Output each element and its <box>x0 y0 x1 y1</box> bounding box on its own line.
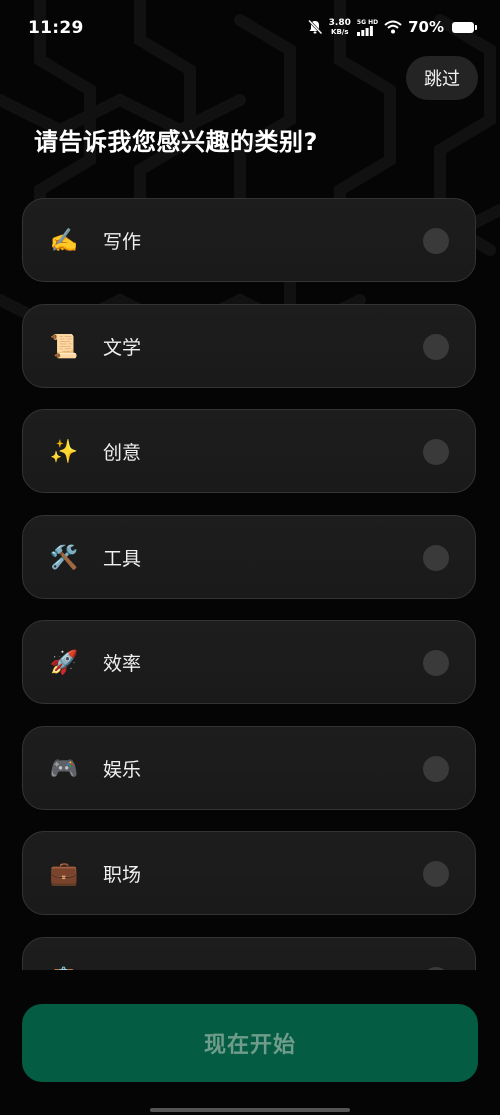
network-speed-unit: KB/s <box>331 27 349 36</box>
category-label: 效率 <box>103 653 142 675</box>
home-indicator[interactable] <box>150 1108 350 1112</box>
select-radio[interactable] <box>423 228 449 254</box>
category-item-workplace[interactable]: 💼 职场 <box>22 831 476 915</box>
network-speed: 3.80 KB/s <box>328 17 351 36</box>
category-item-creativity[interactable]: ✨ 创意 <box>22 409 476 493</box>
briefcase-icon: 💼 <box>49 861 79 887</box>
page-title: 请告诉我您感兴趣的类别? <box>34 128 318 156</box>
category-label: 娱乐 <box>103 759 142 781</box>
battery-icon <box>452 21 477 33</box>
category-label: 写作 <box>103 231 142 253</box>
cellular-signal: 5G HD <box>356 18 379 36</box>
sparkles-icon: ✨ <box>49 439 79 465</box>
writing-hand-icon: ✍️ <box>49 228 79 254</box>
select-radio[interactable] <box>423 967 449 970</box>
select-radio[interactable] <box>423 439 449 465</box>
category-item-tools[interactable]: 🛠️ 工具 <box>22 515 476 599</box>
category-item-efficiency[interactable]: 🚀 效率 <box>22 620 476 704</box>
select-radio[interactable] <box>423 334 449 360</box>
select-radio[interactable] <box>423 756 449 782</box>
status-bar: 11:29 3.80 KB/s 5G HD 70% <box>0 0 500 60</box>
select-radio[interactable] <box>423 650 449 676</box>
scroll-icon: 📜 <box>49 334 79 360</box>
category-label: 文学 <box>103 337 142 359</box>
rocket-icon: 🚀 <box>49 650 79 676</box>
onboarding-screen: 11:29 3.80 KB/s 5G HD 70% 跳过 请告诉我您感兴趣的类别… <box>0 0 500 1115</box>
tools-icon: 🛠️ <box>49 545 79 571</box>
category-item-partial[interactable]: 📋 <box>22 937 476 970</box>
category-label: 职场 <box>103 864 142 886</box>
battery-percent: 70% <box>408 18 444 36</box>
signal-bars-icon <box>356 25 373 36</box>
status-indicators: 3.80 KB/s 5G HD 70% <box>307 17 477 36</box>
category-label: 创意 <box>103 442 142 464</box>
category-label: 工具 <box>103 548 142 570</box>
category-item-entertainment[interactable]: 🎮 娱乐 <box>22 726 476 810</box>
skip-button[interactable]: 跳过 <box>406 56 478 100</box>
network-speed-value: 3.80 <box>328 17 351 28</box>
clipboard-icon: 📋 <box>49 965 79 970</box>
category-list[interactable]: ✍️ 写作 📜 文学 ✨ 创意 🛠️ 工具 🚀 效率 🎮 娱乐 💼 职场 <box>0 196 500 970</box>
start-now-button[interactable]: 现在开始 <box>22 1004 478 1082</box>
game-controller-icon: 🎮 <box>49 756 79 782</box>
status-time: 11:29 <box>28 18 84 38</box>
category-item-literature[interactable]: 📜 文学 <box>22 304 476 388</box>
select-radio[interactable] <box>423 545 449 571</box>
select-radio[interactable] <box>423 861 449 887</box>
wifi-icon <box>384 20 402 34</box>
category-item-writing[interactable]: ✍️ 写作 <box>22 198 476 282</box>
network-type-label: 5G HD <box>356 18 379 26</box>
mute-bell-icon <box>307 19 323 35</box>
